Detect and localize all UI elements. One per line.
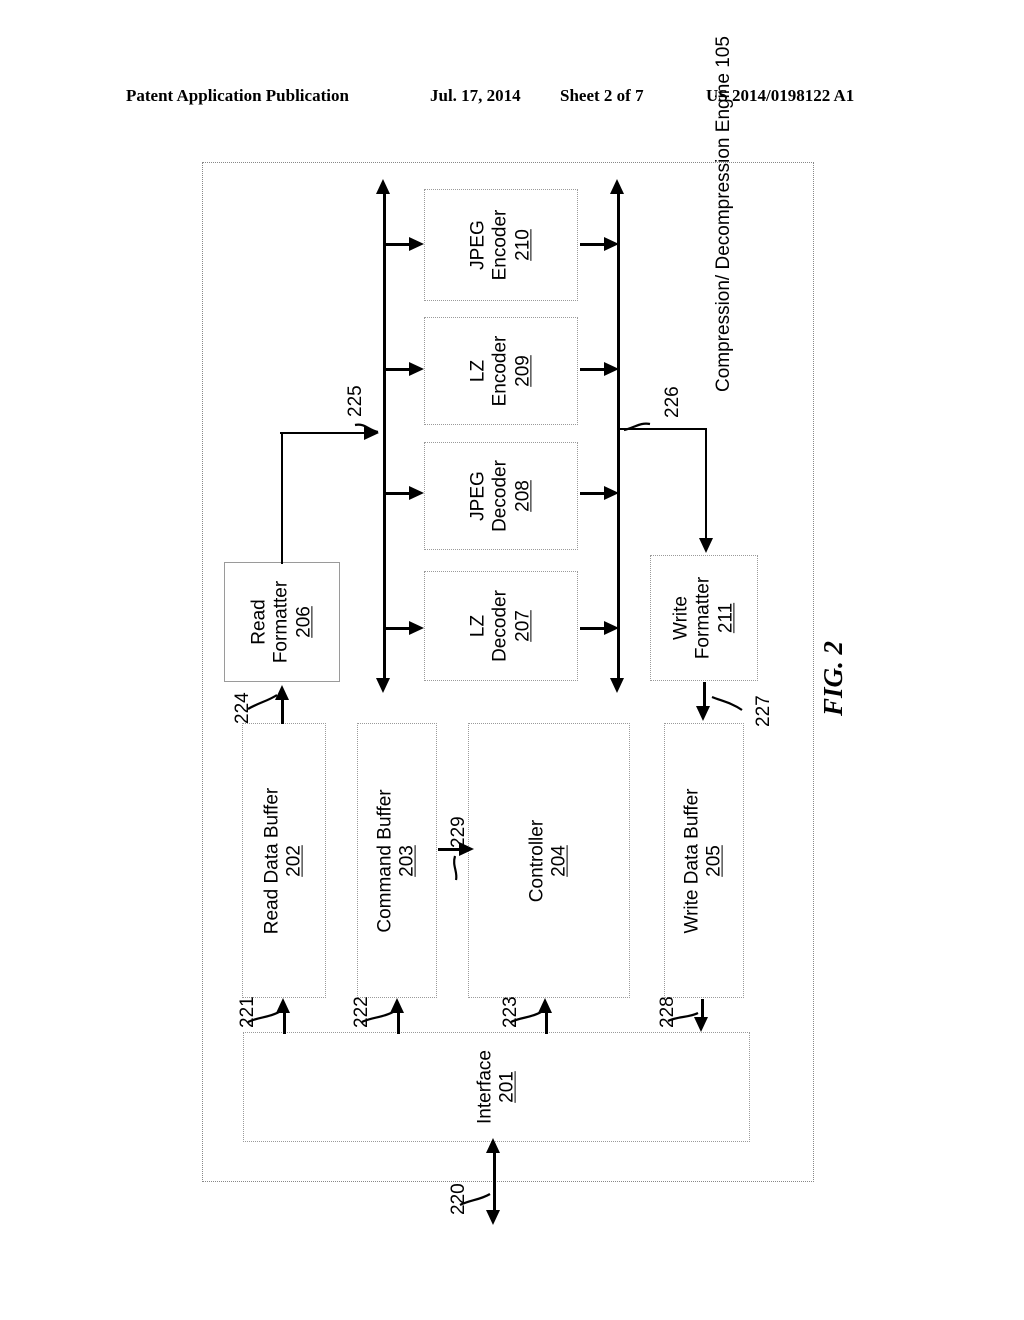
- patent-figure-page: Patent Application Publication Jul. 17, …: [0, 0, 1024, 1320]
- leader-220: [459, 1193, 491, 1206]
